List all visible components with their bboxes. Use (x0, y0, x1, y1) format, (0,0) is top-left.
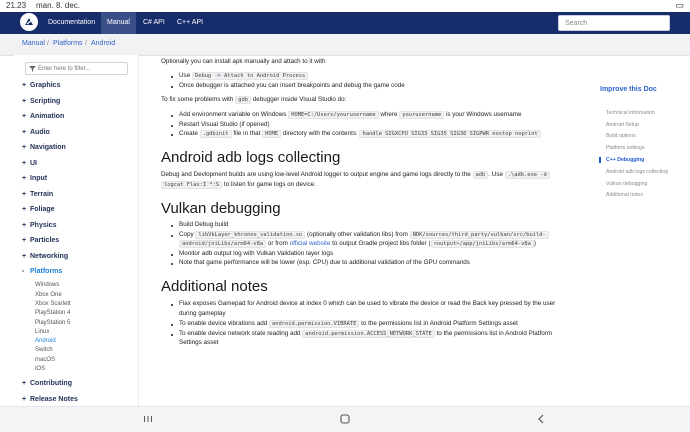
toc-item-platform-settings[interactable]: Platform settings (606, 145, 645, 151)
bullet (171, 324, 173, 326)
list-item-cont: during gameplay (179, 310, 226, 317)
bullet (171, 254, 173, 256)
bullet (171, 304, 173, 306)
sidebar-item-scripting[interactable]: + Scripting (22, 98, 60, 105)
list-item: To enable device network state reading a… (179, 330, 553, 338)
sidebar-subitem-ps5[interactable]: PlayStation 5 (35, 320, 70, 326)
toc-item-additional-notes[interactable]: Additional notes (606, 192, 643, 198)
sidebar-item-animation[interactable]: + Animation (22, 113, 64, 120)
bullet (171, 76, 173, 78)
sidebar-item-graphics[interactable]: + Graphics (22, 82, 60, 89)
toc-item-android-setup[interactable]: Android Setup (606, 122, 639, 128)
sidebar-item-release-notes[interactable]: + Release Notes (22, 396, 78, 403)
filter-icon (29, 66, 36, 72)
status-bar: 21.23 man. 8. dec. ▭ (0, 0, 690, 12)
sidebar-item-navigation[interactable]: + Navigation (22, 144, 66, 151)
bullet (171, 86, 173, 88)
bullet (171, 334, 173, 336)
heading-adb-logs: Android adb logs collecting (161, 149, 341, 166)
home-icon[interactable] (339, 413, 351, 425)
bullet (171, 235, 173, 237)
sidebar-item-terrain[interactable]: + Terrain (22, 191, 53, 198)
sidebar (14, 55, 139, 406)
toc-item-vulkan-debugging[interactable]: Vulkan debugging (606, 181, 647, 187)
list-item: Monitor adb output log with Vulkan Valid… (179, 250, 334, 257)
sidebar-item-platforms[interactable]: - Platforms (22, 268, 62, 275)
toc-active-marker (599, 157, 601, 163)
toc-item-cpp-debugging[interactable]: C++ Debugging (606, 157, 644, 163)
list-item: Copy libVkLayer_khronos_validation.so (o… (179, 231, 549, 239)
search-input[interactable]: Search (558, 15, 670, 31)
sidebar-item-contributing[interactable]: + Contributing (22, 380, 72, 387)
sidebar-item-networking[interactable]: + Networking (22, 253, 68, 260)
sidebar-subitem-android[interactable]: Android (35, 338, 56, 344)
tablet-indicator-icon: ▭ (675, 0, 684, 10)
list-item: Use Debug -> Attach to Android Process (179, 72, 309, 80)
heading-additional-notes: Additional notes (161, 278, 268, 295)
sidebar-item-particles[interactable]: + Particles (22, 237, 59, 244)
sidebar-item-physics[interactable]: + Physics (22, 222, 56, 229)
bullet (171, 115, 173, 117)
improve-doc-link[interactable]: Improve this Doc (600, 86, 657, 93)
sidebar-subitem-linux[interactable]: Linux (35, 329, 49, 335)
sidebar-subitem-xbox-one[interactable]: Xbox One (35, 292, 62, 298)
status-time: 21.23 (6, 1, 27, 10)
breadcrumb-platforms[interactable]: Platforms (53, 40, 83, 47)
sidebar-item-audio[interactable]: + Audio (22, 129, 50, 136)
toc-item-build-options[interactable]: Build options (606, 133, 636, 139)
status-date: man. 8. dec. (36, 1, 81, 10)
sidebar-item-ui[interactable]: + UI (22, 160, 37, 167)
list-item: Flax exposes Gamepad for Android device … (179, 300, 556, 307)
sidebar-item-foliage[interactable]: + Foliage (22, 206, 55, 213)
back-icon[interactable] (535, 413, 547, 425)
list-item: Create .gdbinit file in that HOME direct… (179, 130, 541, 138)
recent-apps-icon[interactable] (142, 413, 154, 425)
sidebar-subitem-macos[interactable]: macOS (35, 357, 55, 363)
logs-text-cont: logcat Flax:I *:S to listen for game log… (161, 181, 316, 189)
list-item-cont: Settings asset (179, 339, 219, 346)
nav-csharp-api[interactable]: C# API (137, 12, 171, 34)
official-website-link[interactable]: official website (290, 240, 331, 247)
sidebar-filter-input[interactable]: Enter here to filter... (25, 62, 128, 75)
nav-cpp-api[interactable]: C++ API (171, 12, 209, 34)
bullet (171, 125, 173, 127)
list-item: Add environment variable on Windows HOME… (179, 111, 522, 119)
breadcrumb-separator: / (85, 40, 87, 47)
breadcrumb-android[interactable]: Android (91, 40, 115, 47)
sidebar-subitem-xbox-scarlett[interactable]: Xbox Scarlett (35, 301, 71, 307)
bullet (171, 225, 173, 227)
sidebar-item-input[interactable]: + Input (22, 175, 47, 182)
nav-documentation[interactable]: Documentation (42, 12, 101, 34)
list-item: To enable device vibrations add android.… (179, 320, 518, 328)
fix-intro: To fix some problems with gdb debugger i… (161, 96, 347, 104)
list-item: Note that game performance will be lower… (179, 259, 470, 266)
breadcrumb-separator: / (47, 40, 49, 47)
list-item: Restart Visual Studio (if opened) (179, 121, 270, 128)
code-snippet: gdb (235, 96, 251, 104)
sidebar-subitem-ios[interactable]: iOS (35, 366, 45, 372)
logs-text: Debug and Devlopment builds are using lo… (161, 171, 550, 179)
bullet (171, 134, 173, 136)
flax-logo-icon[interactable] (20, 13, 38, 31)
toc-item-adb-logs[interactable]: Android adb logs collecting (606, 169, 668, 175)
sidebar-subitem-windows[interactable]: Windows (35, 282, 59, 288)
list-item: Once debugger is attached you can insert… (179, 82, 405, 89)
code-snippet: Debug -> Attach to Android Process (191, 72, 309, 80)
nav-manual[interactable]: Manual (101, 12, 136, 34)
heading-vulkan-debugging: Vulkan debugging (161, 200, 281, 217)
intro-text: Optionally you can install apk manually … (161, 58, 326, 65)
sidebar-subitem-ps4[interactable]: PlayStation 4 (35, 310, 70, 316)
toc-item-technical-information[interactable]: Technical information (606, 110, 655, 116)
list-item-cont: android/jniLibs/arm64-v8a or from offici… (179, 240, 536, 248)
breadcrumb-manual[interactable]: Manual (22, 40, 45, 47)
sidebar-subitem-switch[interactable]: Switch (35, 347, 53, 353)
bullet (171, 263, 173, 265)
list-item: Build Debug build (179, 221, 229, 228)
